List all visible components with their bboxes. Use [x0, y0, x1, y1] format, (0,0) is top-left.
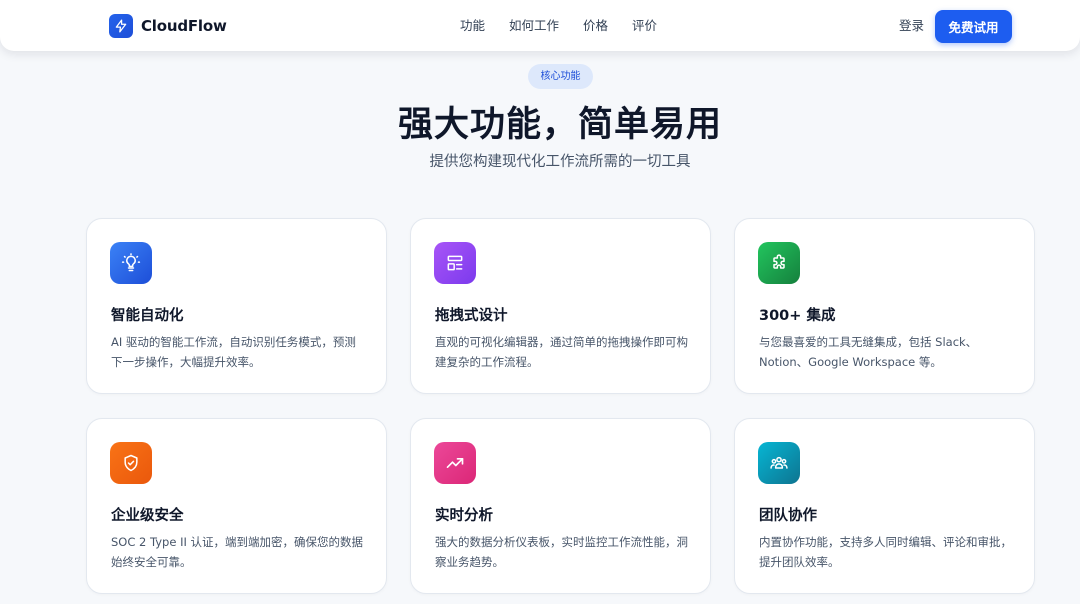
feature-description: 与您最喜爱的工具无缝集成，包括 Slack、Notion、Google Work… [759, 335, 978, 369]
section-title: 强大功能，简单易用 [397, 105, 722, 145]
free-trial-button[interactable]: 免费试用 [935, 10, 1012, 43]
feature-description: 强大的数据分析仪表板，实时监控工作流性能，洞察业务趋势。 [435, 535, 688, 569]
brand[interactable]: CloudFlow [109, 14, 227, 38]
feature-description: 直观的可视化编辑器，通过简单的拖拽操作即可构建复杂的工作流程。 [435, 335, 688, 369]
shield-check-icon [110, 442, 152, 484]
puzzle-icon [758, 242, 800, 284]
section-badge: 核心功能 [528, 64, 593, 89]
lightbulb-icon [110, 242, 152, 284]
feature-description: SOC 2 Type II 认证，端到端加密，确保您的数据始终安全可靠。 [111, 535, 364, 569]
top-navbar: CloudFlow 功能 如何工作 价格 评价 登录 免费试用 [0, 0, 1080, 51]
lightning-icon [109, 14, 133, 38]
nav-links: 功能 如何工作 价格 评价 [460, 18, 681, 34]
login-link[interactable]: 登录 [899, 18, 924, 34]
layout-icon [434, 242, 476, 284]
brand-name: CloudFlow [141, 17, 227, 35]
team-icon [758, 442, 800, 484]
feature-card-team-collaboration[interactable]: 团队协作 内置协作功能，支持多人同时编辑、评论和审批，提升团队效率。 [734, 418, 1035, 594]
nav-link-features[interactable]: 功能 [460, 18, 485, 34]
feature-card-integrations[interactable]: 300+ 集成 与您最喜爱的工具无缝集成，包括 Slack、Notion、Goo… [734, 218, 1035, 394]
feature-card-smart-automation[interactable]: 智能自动化 AI 驱动的智能工作流，自动识别任务模式，预测下一步操作，大幅提升效… [86, 218, 387, 394]
feature-card-realtime-analytics[interactable]: 实时分析 强大的数据分析仪表板，实时监控工作流性能，洞察业务趋势。 [410, 418, 711, 594]
feature-title: 300+ 集成 [759, 308, 836, 324]
feature-card-drag-drop-design[interactable]: 拖拽式设计 直观的可视化编辑器，通过简单的拖拽操作即可构建复杂的工作流程。 [410, 218, 711, 394]
feature-title: 实时分析 [435, 508, 493, 524]
nav-link-how-it-works[interactable]: 如何工作 [509, 18, 559, 34]
nav-link-reviews[interactable]: 评价 [632, 18, 657, 34]
nav-link-pricing[interactable]: 价格 [583, 18, 608, 34]
feature-title: 拖拽式设计 [435, 308, 508, 324]
feature-title: 智能自动化 [111, 308, 184, 324]
feature-description: 内置协作功能，支持多人同时编辑、评论和审批，提升团队效率。 [759, 535, 1012, 569]
feature-title: 团队协作 [759, 508, 817, 524]
feature-description: AI 驱动的智能工作流，自动识别任务模式，预测下一步操作，大幅提升效率。 [111, 335, 356, 369]
feature-card-enterprise-security[interactable]: 企业级安全 SOC 2 Type II 认证，端到端加密，确保您的数据始终安全可… [86, 418, 387, 594]
trending-up-icon [434, 442, 476, 484]
feature-title: 企业级安全 [111, 508, 184, 524]
section-subtitle: 提供您构建现代化工作流所需的一切工具 [429, 154, 691, 170]
